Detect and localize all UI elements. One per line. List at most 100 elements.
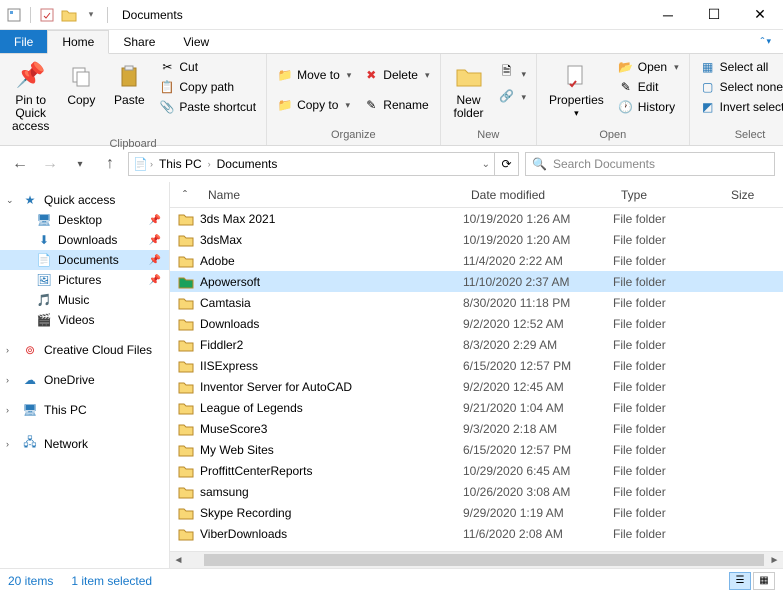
table-row[interactable]: ProffittCenterReports10/29/2020 6:45 AMF… (170, 460, 783, 481)
tab-file[interactable]: File (0, 30, 47, 53)
edit-icon: ✎ (618, 80, 634, 94)
cut-button[interactable]: ✂Cut (155, 58, 260, 76)
select-none-button[interactable]: ▢Select none (696, 78, 783, 96)
paste-button[interactable]: Paste (107, 56, 151, 111)
table-row[interactable]: 3dsMax10/19/2020 1:20 AMFile folder (170, 229, 783, 250)
details-view-button[interactable]: ☰ (729, 572, 751, 590)
sidebar-item-thispc[interactable]: ›🖥This PC (0, 400, 169, 420)
table-row[interactable]: MuseScore39/3/2020 2:18 AMFile folder (170, 418, 783, 439)
rename-button[interactable]: ✎Rename (359, 96, 433, 114)
edit-button[interactable]: ✎Edit (614, 78, 683, 96)
table-row[interactable]: IISExpress6/15/2020 12:57 PMFile folder (170, 355, 783, 376)
scroll-left-icon[interactable]: ◄ (170, 555, 187, 566)
tab-share[interactable]: Share (109, 30, 169, 53)
delete-button[interactable]: ✖Delete (359, 66, 433, 84)
forward-button[interactable]: → (38, 152, 62, 176)
sidebar-item-documents[interactable]: 📄Documents📌 (0, 250, 169, 270)
address-bar: ← → ▾ ↑ 📄 › This PC › Documents ⌄ ⟳ 🔍 Se… (0, 146, 783, 182)
scroll-thumb[interactable] (204, 554, 764, 566)
copy-path-button[interactable]: 📋Copy path (155, 78, 260, 96)
table-row[interactable]: 3ds Max 202110/19/2020 1:26 AMFile folde… (170, 208, 783, 229)
sidebar-item-pictures[interactable]: 🖼Pictures📌 (0, 270, 169, 290)
chevron-down-icon[interactable]: ⌄ (6, 195, 14, 206)
easy-access-icon: 🔗 (499, 89, 515, 103)
help-dropdown[interactable]: ˆ ▾ (748, 30, 783, 53)
sidebar-item-onedrive[interactable]: ›☁OneDrive (0, 370, 169, 390)
paste-shortcut-button[interactable]: 📎Paste shortcut (155, 98, 260, 116)
table-row[interactable]: Downloads9/2/2020 12:52 AMFile folder (170, 313, 783, 334)
file-list[interactable]: 3ds Max 202110/19/2020 1:26 AMFile folde… (170, 208, 783, 551)
file-date: 9/29/2020 1:19 AM (463, 506, 613, 520)
pc-icon: 🖥 (22, 403, 38, 417)
folder-icon (178, 296, 198, 310)
table-row[interactable]: Inventor Server for AutoCAD9/2/2020 12:4… (170, 376, 783, 397)
column-type[interactable]: Type (613, 188, 723, 202)
chevron-right-icon[interactable]: › (6, 405, 9, 415)
sidebar-item-videos[interactable]: 🎬Videos (0, 310, 169, 330)
copy-to-button[interactable]: 📁Copy to (273, 96, 355, 114)
new-folder-button[interactable]: New folder (447, 56, 491, 124)
table-row[interactable]: Fiddler28/3/2020 2:29 AMFile folder (170, 334, 783, 355)
easy-access-button[interactable]: 🔗 (495, 87, 531, 105)
move-to-button[interactable]: 📁Move to (273, 66, 355, 84)
chevron-right-icon[interactable]: › (6, 345, 9, 355)
properties-button[interactable]: Properties ▾ (543, 56, 610, 123)
maximize-button[interactable]: ☐ (691, 0, 737, 30)
address-dropdown-icon[interactable]: ⌄ (482, 159, 490, 170)
file-type: File folder (613, 296, 723, 310)
desktop-icon: 🖥 (36, 213, 52, 227)
qat-properties-icon[interactable] (37, 5, 57, 25)
sidebar-item-ccf[interactable]: ›⊚Creative Cloud Files (0, 340, 169, 360)
table-row[interactable]: ViberDownloads11/6/2020 2:08 AMFile fold… (170, 523, 783, 544)
table-row[interactable]: Skype Recording9/29/2020 1:19 AMFile fol… (170, 502, 783, 523)
tab-home[interactable]: Home (47, 30, 109, 54)
music-icon: 🎵 (36, 293, 52, 307)
star-icon: ★ (22, 193, 38, 207)
refresh-button[interactable]: ⟳ (495, 152, 519, 176)
table-row[interactable]: Apowersoft11/10/2020 2:37 AMFile folder (170, 271, 783, 292)
file-date: 11/10/2020 2:37 AM (463, 275, 613, 289)
thumbnails-view-button[interactable]: ▦ (753, 572, 775, 590)
network-icon: 🖧 (22, 433, 38, 454)
qat-dropdown-icon[interactable]: ▾ (81, 5, 101, 25)
sidebar-item-music[interactable]: 🎵Music (0, 290, 169, 310)
sidebar-item-network[interactable]: ›🖧Network (0, 430, 169, 457)
copy-button[interactable]: Copy (59, 56, 103, 111)
up-button[interactable]: ↑ (98, 152, 122, 176)
tab-view[interactable]: View (169, 30, 223, 53)
back-button[interactable]: ← (8, 152, 32, 176)
chevron-right-icon[interactable]: › (6, 439, 9, 449)
search-input[interactable]: 🔍 Search Documents (525, 152, 775, 176)
sidebar-item-downloads[interactable]: ⬇Downloads📌 (0, 230, 169, 250)
invert-selection-button[interactable]: ◩Invert selection (696, 98, 783, 116)
crumb-documents[interactable]: Documents (213, 157, 282, 171)
column-name[interactable]: Name (200, 188, 463, 202)
breadcrumb[interactable]: 📄 › This PC › Documents ⌄ (128, 152, 495, 176)
chevron-right-icon[interactable]: › (150, 159, 153, 169)
new-item-button[interactable]: 🗎 (495, 60, 531, 85)
column-size[interactable]: Size (723, 188, 783, 202)
history-button[interactable]: 🕐History (614, 98, 683, 116)
sidebar-item-quick-access[interactable]: ⌄★Quick access (0, 190, 169, 210)
chevron-right-icon[interactable]: › (6, 375, 9, 385)
folder-icon[interactable] (59, 5, 79, 25)
pin-to-quick-button[interactable]: 📌 Pin to Quick access (6, 56, 55, 138)
minimize-button[interactable]: ─ (645, 0, 691, 30)
horizontal-scrollbar[interactable]: ◄ ► (170, 551, 783, 568)
cut-icon: ✂ (159, 60, 175, 74)
table-row[interactable]: samsung10/26/2020 3:08 AMFile folder (170, 481, 783, 502)
table-row[interactable]: My Web Sites6/15/2020 12:57 PMFile folde… (170, 439, 783, 460)
select-all-button[interactable]: ▦Select all (696, 58, 783, 76)
table-row[interactable]: Adobe11/4/2020 2:22 AMFile folder (170, 250, 783, 271)
scroll-right-icon[interactable]: ► (766, 555, 783, 566)
close-button[interactable]: ✕ (737, 0, 783, 30)
collapse-chevron-icon[interactable]: ˆ (170, 188, 200, 202)
sidebar-item-desktop[interactable]: 🖥Desktop📌 (0, 210, 169, 230)
recent-locations-button[interactable]: ▾ (68, 152, 92, 176)
table-row[interactable]: Camtasia8/30/2020 11:18 PMFile folder (170, 292, 783, 313)
chevron-right-icon[interactable]: › (208, 159, 211, 169)
column-date[interactable]: Date modified (463, 188, 613, 202)
crumb-this-pc[interactable]: This PC (155, 157, 206, 171)
open-button[interactable]: 📂Open (614, 58, 683, 76)
table-row[interactable]: League of Legends9/21/2020 1:04 AMFile f… (170, 397, 783, 418)
